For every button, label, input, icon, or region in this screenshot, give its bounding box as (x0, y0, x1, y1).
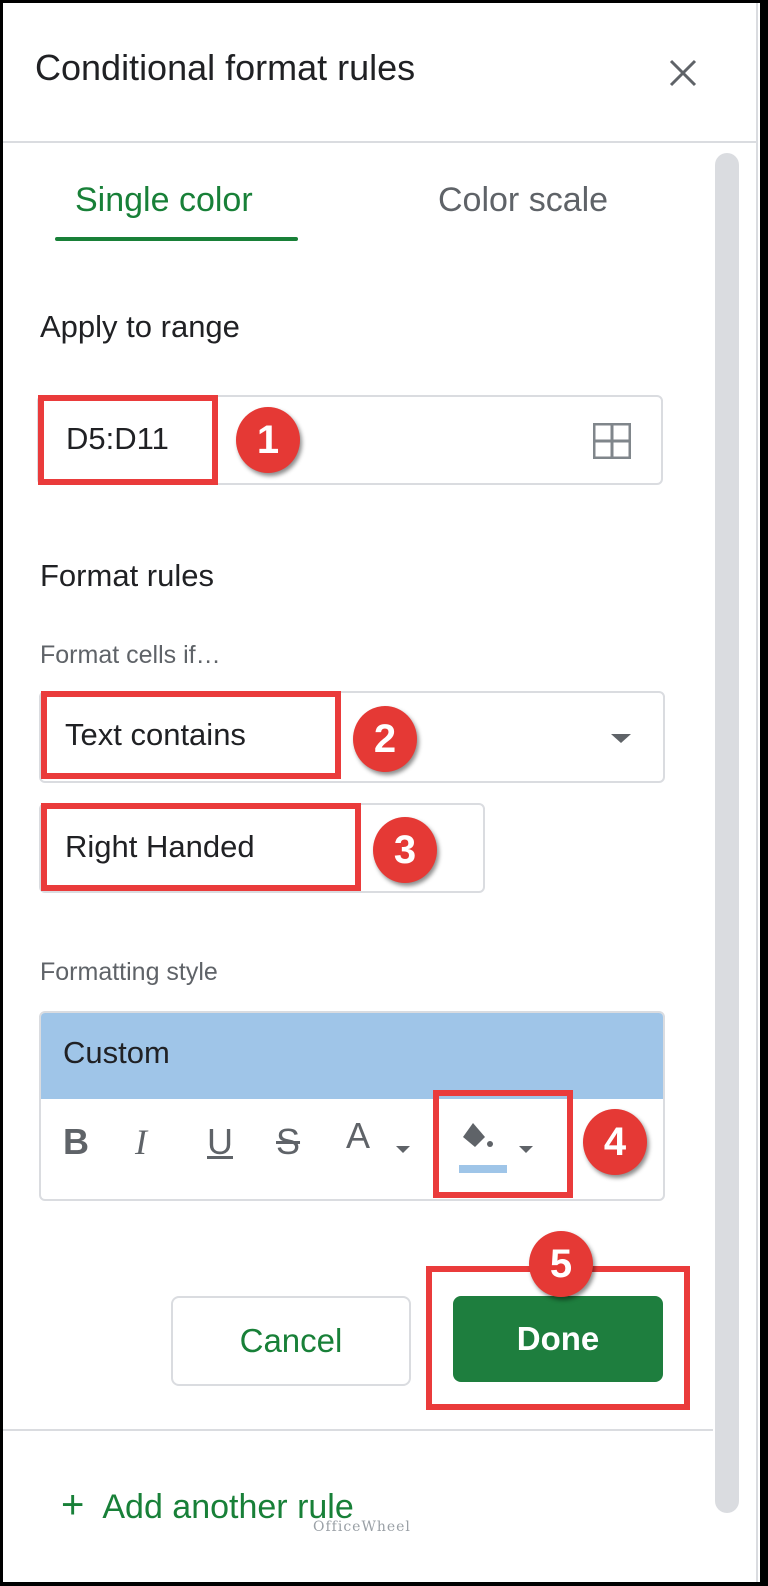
annotation-badge-2: 2 (353, 706, 417, 772)
format-rules-heading: Format rules (40, 558, 214, 593)
text-color-caret-icon[interactable] (396, 1146, 410, 1153)
chevron-down-icon[interactable] (611, 734, 631, 743)
plus-icon: + (61, 1483, 85, 1527)
tab-single-color[interactable]: Single color (75, 181, 253, 220)
italic-icon[interactable]: I (135, 1121, 147, 1163)
style-preview-text: Custom (63, 1035, 170, 1070)
text-color-icon[interactable]: A (346, 1115, 370, 1157)
tab-color-scale[interactable]: Color scale (438, 181, 608, 220)
annotation-box-4 (433, 1090, 573, 1198)
annotation-box-2 (41, 691, 341, 779)
annotation-box-3 (41, 803, 361, 891)
formatting-style-label: Formatting style (40, 958, 218, 986)
annotation-badge-5: 5 (529, 1231, 593, 1297)
footer-divider (3, 1429, 713, 1431)
active-tab-indicator (55, 237, 298, 241)
scrollbar[interactable] (715, 153, 739, 1513)
watermark: OfficeWheel (313, 1519, 411, 1535)
apply-to-range-heading: Apply to range (40, 309, 240, 344)
annotation-box-1 (38, 395, 218, 485)
strikethrough-icon[interactable]: S (276, 1121, 300, 1163)
panel-title: Conditional format rules (35, 47, 416, 88)
add-another-rule-button[interactable]: + Add another rule (61, 1483, 354, 1528)
annotation-badge-1: 1 (236, 407, 300, 473)
annotation-badge-4: 4 (583, 1109, 647, 1175)
close-icon[interactable] (663, 53, 703, 93)
underline-icon[interactable]: U (207, 1121, 233, 1163)
style-preview[interactable]: Custom (41, 1013, 663, 1099)
select-range-grid-icon[interactable] (593, 423, 631, 459)
annotation-badge-3: 3 (373, 817, 437, 883)
header-divider (3, 141, 758, 143)
cancel-button[interactable]: Cancel (171, 1296, 411, 1386)
bold-icon[interactable]: B (63, 1121, 89, 1163)
format-cells-if-label: Format cells if… (40, 641, 221, 669)
conditional-format-panel: Conditional format rules Single color Co… (3, 3, 760, 1582)
panel-edge (756, 3, 758, 1582)
